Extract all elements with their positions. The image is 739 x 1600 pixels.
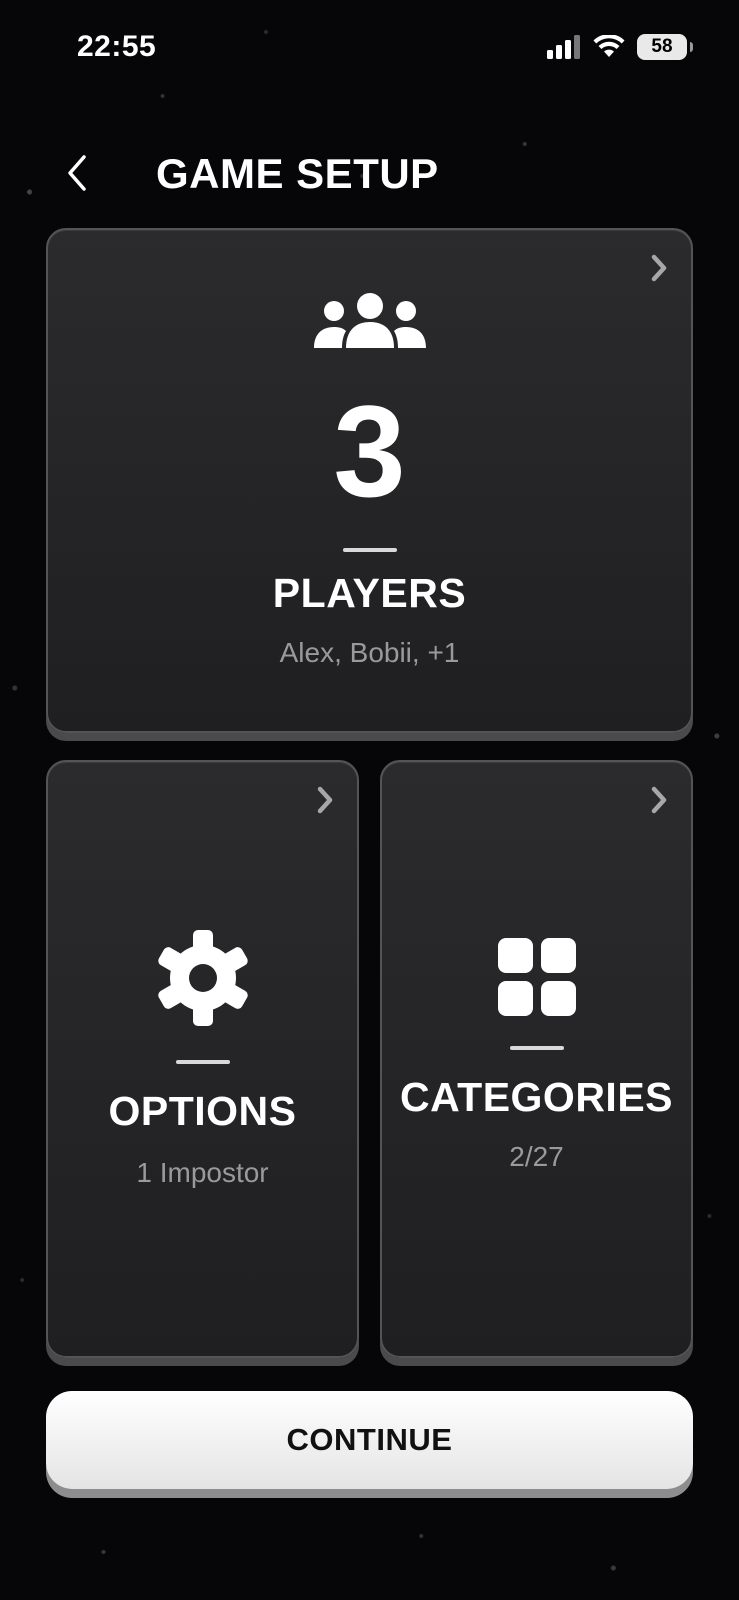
grid-icon xyxy=(497,938,576,1016)
divider xyxy=(509,1046,564,1050)
players-card-content: 3 PLAYERS Alex, Bobii, +1 xyxy=(48,292,691,669)
back-button[interactable] xyxy=(52,148,102,198)
categories-title: CATEGORIES xyxy=(399,1074,674,1120)
player-count: 3 xyxy=(333,378,406,524)
options-subtitle: 1 Impostor xyxy=(136,1157,269,1188)
page-title: GAME SETUP xyxy=(156,150,439,197)
options-card[interactable]: OPTIONS 1 Impostor xyxy=(46,760,359,1358)
players-card[interactable]: 3 PLAYERS Alex, Bobii, +1 xyxy=(46,228,693,733)
options-card-content: OPTIONS 1 Impostor xyxy=(48,928,357,1189)
categories-subtitle: 2/27 xyxy=(509,1141,564,1172)
continue-button[interactable]: CONTINUE xyxy=(46,1391,693,1489)
divider xyxy=(175,1060,230,1064)
categories-card-content: CATEGORIES 2/27 xyxy=(382,938,691,1173)
header: GAME SETUP xyxy=(0,140,739,210)
categories-card[interactable]: CATEGORIES 2/27 xyxy=(380,760,693,1358)
divider xyxy=(342,548,397,552)
users-icon xyxy=(313,293,426,348)
chevron-right-icon xyxy=(651,786,667,814)
wifi-icon xyxy=(593,35,625,57)
chevron-right-icon xyxy=(651,254,667,282)
options-title: OPTIONS xyxy=(108,1088,297,1134)
status-time: 22:55 xyxy=(77,30,157,63)
gear-icon xyxy=(157,930,248,1026)
status-bar: 22:55 58 xyxy=(0,0,739,100)
chevron-left-icon xyxy=(68,155,86,191)
players-title: PLAYERS xyxy=(272,570,467,616)
chevron-right-icon xyxy=(317,786,333,814)
status-icons: 58 xyxy=(547,34,693,60)
cellular-signal-icon xyxy=(547,35,580,59)
players-subtitle: Alex, Bobii, +1 xyxy=(279,637,460,668)
battery-level: 58 xyxy=(651,36,673,57)
battery-icon: 58 xyxy=(637,34,693,60)
